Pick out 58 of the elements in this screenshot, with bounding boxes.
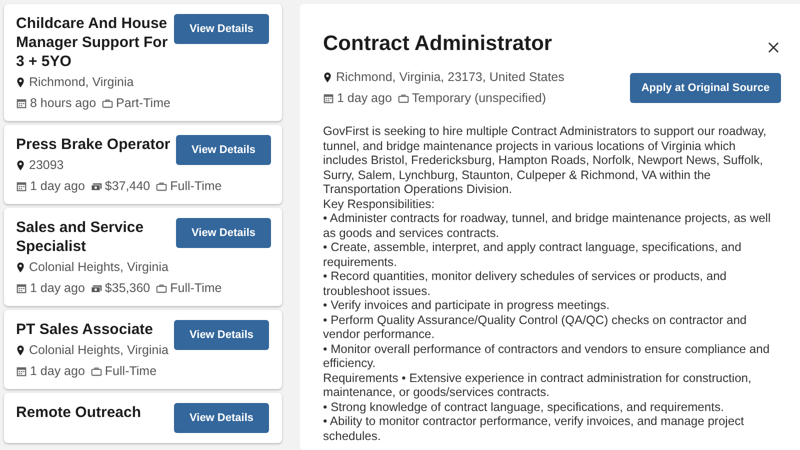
job-meta-text: 1 day ago bbox=[30, 364, 85, 379]
job-title: Childcare And House Manager Support For 3 + 5YO bbox=[16, 14, 169, 71]
location-pin-icon bbox=[16, 160, 25, 171]
description-text: • Verify invoices and participate in progress meetings. bbox=[323, 298, 611, 312]
view-details-button[interactable]: View Details bbox=[174, 403, 269, 433]
job-meta-text: 1 day ago bbox=[30, 179, 85, 194]
job-meta-text: Part-Time bbox=[116, 96, 170, 111]
job-meta-text: $37,440 bbox=[104, 179, 150, 194]
money-icon bbox=[90, 181, 102, 192]
location-pin-icon bbox=[16, 77, 25, 88]
job-location: Colonial Heights, Virginia bbox=[29, 343, 168, 358]
briefcase-icon bbox=[102, 98, 114, 109]
money-icon bbox=[90, 283, 102, 294]
detail-title: Contract Administrator bbox=[323, 32, 552, 56]
calendar-icon bbox=[16, 283, 27, 294]
description-text: • Administer contracts for roadway, tunnel, and bridge maintenance projects, as well as goods and services contracts. bbox=[323, 211, 772, 240]
description-text: • Strong knowledge of contract language, specifications, and requirements. bbox=[323, 400, 725, 414]
apply-button[interactable]: Apply at Original Source bbox=[630, 73, 781, 103]
job-location: Colonial Heights, Virginia bbox=[29, 260, 168, 275]
description-text: • Ability to monitor contractor performance, verify invoices, and manage project schedules. bbox=[323, 414, 745, 443]
job-meta-text: 1 day ago bbox=[30, 281, 85, 296]
location-pin-icon bbox=[16, 345, 25, 356]
description-text: • Create, assemble, interpret, and apply contract language, specifications, and requirements. bbox=[323, 240, 742, 269]
calendar-icon bbox=[16, 98, 27, 109]
job-location: Richmond, Virginia bbox=[29, 75, 134, 90]
job-location: 23093 bbox=[29, 158, 64, 173]
briefcase-icon bbox=[156, 283, 168, 294]
job-title: Sales and Service Specialist bbox=[16, 218, 145, 256]
job-meta-text: 8 hours ago bbox=[30, 96, 96, 111]
job-meta-text: Full-Time bbox=[170, 179, 222, 194]
location-pin-icon bbox=[323, 72, 332, 83]
briefcase-icon bbox=[90, 366, 102, 377]
job-title: Press Brake Operator bbox=[16, 135, 172, 154]
briefcase-icon bbox=[398, 93, 409, 104]
description-text: • Perform Quality Assurance/Quality Control (QA/QC) checks on contractor and vendor performance. bbox=[323, 312, 748, 342]
detail-meta-text: 1 day ago bbox=[337, 91, 392, 106]
view-details-button[interactable]: View Details bbox=[176, 218, 271, 248]
job-meta-text: Full-Time bbox=[104, 364, 157, 379]
view-details-button[interactable]: View Details bbox=[174, 14, 269, 44]
detail-location: Richmond, Virginia, 23173, United States bbox=[336, 70, 564, 85]
description-text: GovFirst is seeking to hire multiple Contract Administrators to support our roadway, tunnel, and bridge maintenance projects in various locations of Virginia which includes Bristol, Fredericksburg, Hampton Roads, Norfolk, Newport News, Suffolk, Surry, Salem, Lynchburg, Staunton, Culpeper & Richmond, VA within the Transportation Operations Division. bbox=[323, 124, 768, 196]
calendar-icon bbox=[323, 93, 334, 104]
job-meta-text: $35,360 bbox=[104, 281, 150, 296]
view-details-button[interactable]: View Details bbox=[176, 135, 271, 165]
calendar-icon bbox=[16, 181, 27, 192]
briefcase-icon bbox=[156, 181, 168, 192]
calendar-icon bbox=[16, 366, 27, 377]
view-details-button[interactable]: View Details bbox=[174, 320, 269, 350]
job-meta-text: Full-Time bbox=[170, 281, 222, 296]
close-icon[interactable] bbox=[768, 42, 779, 52]
job-title: PT Sales Associate bbox=[16, 320, 154, 339]
description-text: • Record quantities, monitor delivery schedules of services or products, and troubleshoot issues. bbox=[323, 269, 728, 298]
job-title: Remote Outreach bbox=[16, 403, 142, 422]
detail-meta-text: Temporary (unspecified) bbox=[412, 91, 546, 106]
location-pin-icon bbox=[16, 262, 25, 273]
description-text: Key Responsibilities: bbox=[323, 196, 436, 211]
description-text: • Monitor overall performance of contractors and vendors to ensure compliance and efficiency. bbox=[323, 342, 771, 370]
description-text: Requirements • Extensive experience in contract administration for construction, maintenance, or goods/services contracts. bbox=[323, 370, 752, 400]
